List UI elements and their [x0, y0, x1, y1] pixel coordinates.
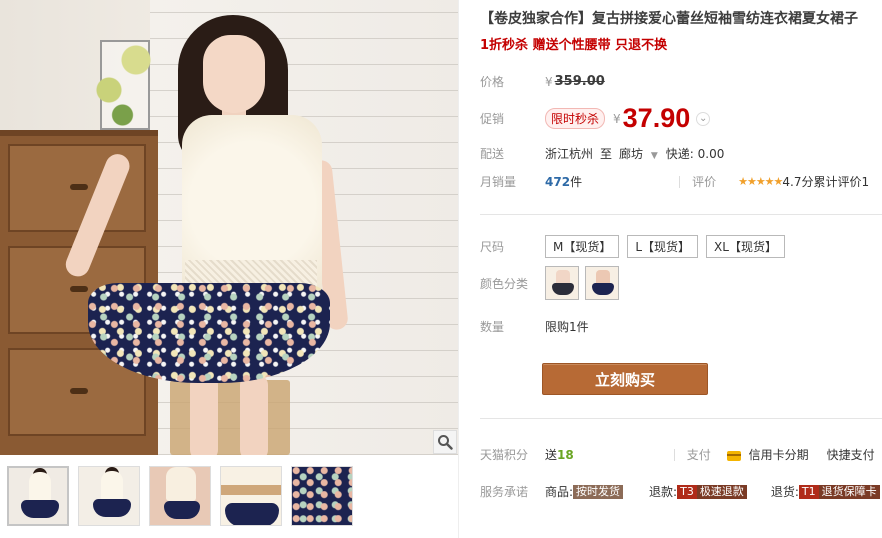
sales-row: 月销量 472 件 评价 ★★★★★ 4.7分 累计评价1 — [480, 173, 869, 190]
service-label: 服务承诺 — [480, 485, 529, 499]
quantity-label: 数量 — [480, 320, 505, 334]
credit-card-icon — [726, 450, 741, 461]
goods-label: 商品: — [545, 485, 574, 499]
original-price-row: 价格 ¥ 359.00 — [480, 73, 605, 90]
monthly-sales-unit: 件 — [570, 175, 583, 189]
flash-sale-badge: 限时秒杀 — [545, 108, 606, 129]
rating-stars: ★★★★★ — [738, 175, 783, 188]
review-count-link[interactable]: 累计评价1 — [814, 173, 870, 190]
purchase-limit: 限购1件 — [545, 320, 589, 334]
product-subtitle: 1折秒杀 赠送个性腰带 只退不换 — [480, 38, 668, 53]
buy-now-button[interactable]: 立刻购买 — [542, 363, 708, 395]
caret-down-icon: ▼ — [650, 151, 658, 161]
monthly-sales-count: 472 — [545, 174, 571, 189]
size-label: 尺码 — [480, 240, 505, 254]
section-divider — [480, 418, 882, 419]
product-title: 【卷皮独家合作】复古拼接爱心蕾丝短袖雪纺连衣裙夏女裙子 — [480, 11, 858, 27]
divider — [679, 175, 681, 188]
divider — [673, 448, 675, 461]
product-gallery — [0, 0, 458, 538]
ship-from: 浙江杭州 — [545, 147, 594, 161]
credit-installment-text: 信用卡分期 — [748, 448, 809, 462]
product-info-panel: 【卷皮独家合作】复古拼接爱心蕾丝短袖雪纺连衣裙夏女裙子 1折秒杀 赠送个性腰带 … — [458, 0, 882, 538]
on-time-delivery-badge[interactable]: 按时发货 — [573, 484, 624, 499]
color-row: 颜色分类 — [480, 266, 625, 300]
quick-pay-link[interactable]: 快捷支付 — [827, 446, 875, 463]
return-code-badge: T1 — [798, 484, 819, 499]
currency-symbol: ¥ — [545, 74, 553, 89]
credit-installment-link[interactable]: 信用卡分期 — [726, 446, 809, 463]
rating-score: 4.7分 — [782, 175, 814, 189]
thumbnail-strip — [7, 466, 353, 526]
promo-label: 促销 — [480, 112, 505, 126]
rating-label: 评价 — [692, 175, 717, 189]
thumbnail-fabric-pattern-view[interactable] — [291, 466, 353, 526]
price-label: 价格 — [480, 75, 505, 89]
thumbnail-full-body-view[interactable] — [78, 466, 140, 526]
points-prefix: 送 — [545, 448, 558, 462]
points-row: 天猫积分 送 18 支付 信用卡分期 快捷支付 — [480, 446, 875, 463]
shipping-label: 配送 — [480, 147, 505, 161]
chevron-down-icon[interactable]: ⌄ — [696, 111, 711, 126]
shipping-row: 配送 浙江杭州 至 廊坊 ▼ 快递: 0.00 — [480, 145, 724, 162]
service-row: 服务承诺 商品: 按时发货 退款: T3 极速退款 退货: T1 退货保障卡 — [480, 483, 882, 500]
currency-symbol: ¥ — [613, 111, 621, 126]
return-guarantee-badge[interactable]: 退货保障卡 — [818, 484, 880, 499]
size-row: 尺码 M【现货】 L【现货】 XL【现货】 — [480, 235, 793, 258]
ship-destination: 廊坊 — [619, 147, 644, 161]
tmall-points-label: 天猫积分 — [480, 448, 529, 462]
photo-model — [62, 5, 349, 455]
color-label: 颜色分类 — [480, 276, 529, 291]
magnifier-icon[interactable] — [433, 430, 457, 454]
fast-refund-badge[interactable]: 极速退款 — [696, 484, 747, 499]
thumbnail-front-view[interactable] — [7, 466, 69, 526]
original-price: 359.00 — [554, 74, 605, 89]
express-fee: 快递: 0.00 — [665, 147, 725, 161]
ship-destination-select[interactable]: 廊坊 ▼ — [619, 145, 658, 162]
refund-label: 退款: — [649, 485, 678, 499]
ship-to-word: 至 — [600, 147, 613, 161]
color-swatch-1[interactable] — [545, 266, 579, 300]
main-product-photo[interactable] — [0, 0, 458, 455]
payment-label: 支付 — [686, 448, 711, 462]
thumbnail-belt-detail-view[interactable] — [220, 466, 282, 526]
thumbnail-bag-detail-view[interactable] — [149, 466, 211, 526]
points-value: 18 — [557, 447, 574, 462]
size-option-l[interactable]: L【现货】 — [627, 235, 699, 258]
return-label: 退货: — [770, 485, 799, 499]
size-option-m[interactable]: M【现货】 — [545, 235, 620, 258]
promo-price-row: 促销 限时秒杀 ¥ 37.90 ⌄ — [480, 103, 711, 134]
section-divider — [480, 214, 882, 215]
refund-code-badge: T3 — [677, 484, 697, 499]
size-option-xl[interactable]: XL【现货】 — [706, 235, 785, 258]
color-swatch-2[interactable] — [585, 266, 619, 300]
monthly-sales-label: 月销量 — [480, 175, 517, 189]
promo-price: 37.90 — [622, 103, 691, 133]
quantity-row: 数量 限购1件 — [480, 318, 589, 335]
